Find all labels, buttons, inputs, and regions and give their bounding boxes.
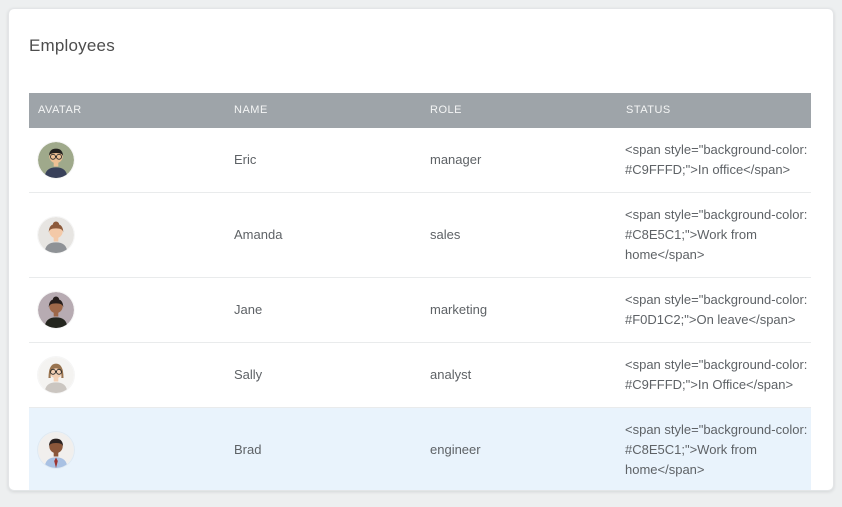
employee-status: <span style="background-color: #C9FFFD;"… bbox=[617, 343, 811, 407]
employees-table: AVATAR NAME ROLE STATUS Eric manager <sp… bbox=[29, 93, 811, 491]
table-row[interactable]: Eric manager <span style="background-col… bbox=[29, 128, 811, 192]
employee-role: manager bbox=[421, 138, 617, 182]
employee-name: Amanda bbox=[225, 213, 421, 257]
employee-status: <span style="background-color: #C8E5C1;"… bbox=[617, 193, 811, 277]
table-row[interactable]: Sally analyst <span style="background-co… bbox=[29, 342, 811, 407]
employee-name: Jane bbox=[225, 288, 421, 332]
employee-status: <span style="background-color: #C8E5C1;"… bbox=[617, 408, 811, 491]
employee-role: engineer bbox=[421, 428, 617, 472]
employee-status: <span style="background-color: #F0D1C2;"… bbox=[617, 278, 811, 342]
table-row[interactable]: Amanda sales <span style="background-col… bbox=[29, 192, 811, 277]
employee-name: Brad bbox=[225, 428, 421, 472]
column-header-avatar: AVATAR bbox=[29, 93, 225, 128]
employee-role: sales bbox=[421, 213, 617, 257]
employee-role: marketing bbox=[421, 288, 617, 332]
column-header-role: ROLE bbox=[421, 93, 617, 128]
avatar bbox=[38, 357, 74, 393]
avatar-cell bbox=[29, 130, 225, 190]
table-row[interactable]: Brad engineer <span style="background-co… bbox=[29, 407, 811, 491]
table-row[interactable]: Jane marketing <span style="background-c… bbox=[29, 277, 811, 342]
avatar bbox=[38, 292, 74, 328]
avatar-cell bbox=[29, 420, 225, 480]
avatar-cell bbox=[29, 205, 225, 265]
column-header-name: NAME bbox=[225, 93, 421, 128]
employee-name: Eric bbox=[225, 138, 421, 182]
avatar-cell bbox=[29, 280, 225, 340]
employee-name: Sally bbox=[225, 353, 421, 397]
employees-card: Employees AVATAR NAME ROLE STATUS Eric m… bbox=[8, 8, 834, 491]
avatar bbox=[38, 217, 74, 253]
column-header-status: STATUS bbox=[617, 93, 811, 128]
employee-role: analyst bbox=[421, 353, 617, 397]
avatar bbox=[38, 142, 74, 178]
avatar-cell bbox=[29, 345, 225, 405]
avatar bbox=[38, 432, 74, 468]
page-title: Employees bbox=[29, 36, 811, 56]
employee-status: <span style="background-color: #C9FFFD;"… bbox=[617, 128, 811, 192]
table-header: AVATAR NAME ROLE STATUS bbox=[29, 93, 811, 128]
